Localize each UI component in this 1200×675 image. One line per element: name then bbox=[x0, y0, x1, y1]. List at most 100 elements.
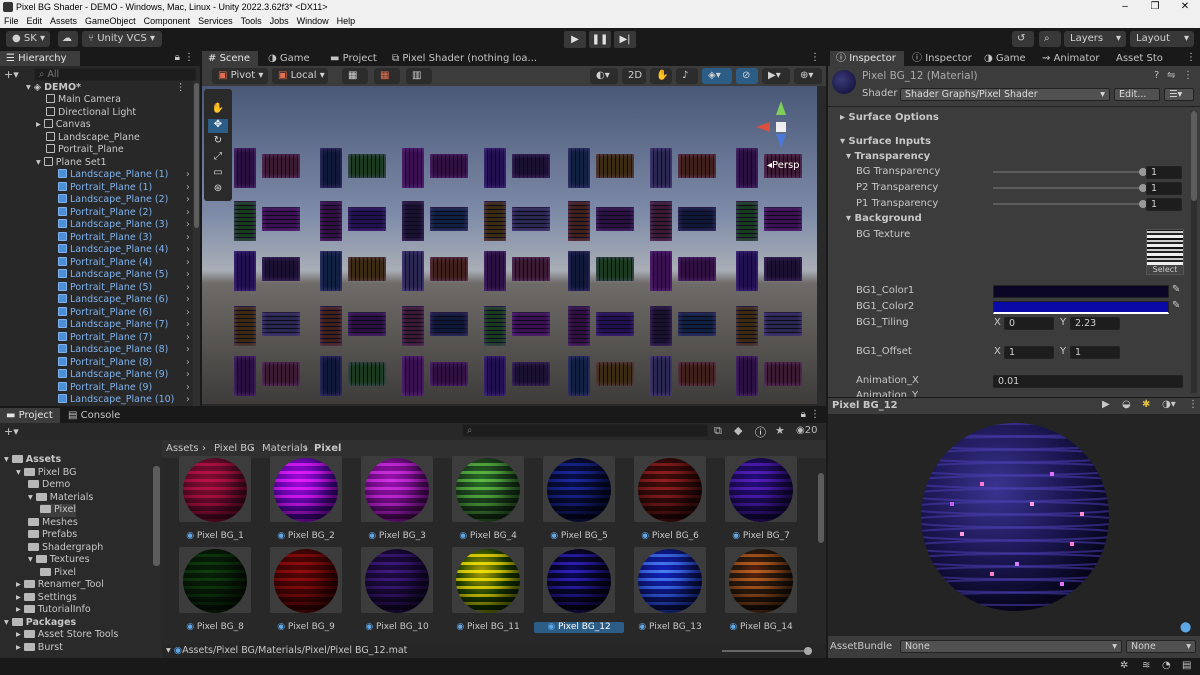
portrait-plane[interactable] bbox=[234, 251, 256, 291]
landscape-plane[interactable] bbox=[596, 312, 634, 336]
landscape-plane[interactable] bbox=[430, 207, 468, 231]
hierarchy-item[interactable]: Portrait_Plane (2) › bbox=[58, 206, 200, 220]
material-thumbnail[interactable] bbox=[543, 547, 615, 613]
help-icon[interactable]: ? bbox=[1154, 70, 1159, 81]
layout-dropdown[interactable]: Layout ▾ bbox=[1130, 31, 1194, 47]
landscape-plane[interactable] bbox=[512, 207, 550, 231]
tiling-x-input[interactable]: 0 bbox=[1004, 317, 1054, 330]
material-thumbnail[interactable] bbox=[361, 456, 433, 522]
material-thumbnail[interactable] bbox=[634, 456, 706, 522]
chevron-right-icon[interactable]: ▸ bbox=[16, 604, 24, 615]
tab-console[interactable]: ▤ Console bbox=[62, 408, 126, 423]
scene-viewport[interactable]: ✋ ✥ ↻ ⤢ ▭ ⊛ ◂Persp bbox=[202, 86, 825, 404]
camera-button[interactable]: ▶▾ bbox=[762, 68, 790, 84]
more-icon[interactable]: ⋮ bbox=[810, 409, 820, 420]
portrait-plane[interactable] bbox=[650, 148, 672, 188]
hierarchy-item[interactable]: Directional Light bbox=[46, 106, 200, 120]
search-button[interactable]: ⌕ bbox=[1039, 31, 1061, 47]
notification-icon[interactable]: ▤ bbox=[1182, 660, 1191, 671]
material-label[interactable]: ◉ Pixel BG_12 bbox=[534, 622, 624, 633]
assetbundle-dropdown[interactable]: None ▾ bbox=[900, 640, 1122, 653]
landscape-plane[interactable] bbox=[262, 257, 300, 281]
hierarchy-search-input[interactable]: ⌕ All bbox=[34, 68, 196, 81]
lock-icon[interactable]: 🔒︎ bbox=[175, 52, 180, 63]
surface-options-foldout[interactable]: ▸ Surface Options bbox=[840, 112, 939, 123]
tab-project[interactable]: ▬ Project bbox=[324, 51, 380, 66]
portrait-plane[interactable] bbox=[484, 251, 506, 291]
portrait-plane[interactable] bbox=[484, 356, 506, 396]
audio-toggle[interactable]: ♪ bbox=[676, 68, 698, 84]
landscape-plane[interactable] bbox=[764, 257, 802, 281]
hierarchy-item[interactable]: Landscape_Plane (8) › bbox=[58, 344, 200, 357]
persp-label[interactable]: ◂Persp bbox=[767, 160, 800, 171]
more-icon[interactable]: ⋮ bbox=[1183, 70, 1193, 81]
menu-item-edit[interactable]: Edit bbox=[27, 14, 43, 28]
local-dropdown[interactable]: ▣ Local ▾ bbox=[272, 68, 328, 84]
play-button[interactable]: ▶ bbox=[564, 31, 586, 48]
breadcrumb-item[interactable]: Pixel BG bbox=[214, 443, 255, 454]
inspector-scrollbar[interactable] bbox=[1191, 111, 1197, 393]
rotate-tool-icon[interactable]: ↻ bbox=[208, 135, 228, 149]
landscape-plane[interactable] bbox=[262, 362, 300, 386]
material-thumbnail[interactable] bbox=[725, 547, 797, 613]
transparency-slider[interactable] bbox=[993, 187, 1143, 189]
hand-tool-icon[interactable]: ✋ bbox=[208, 103, 228, 117]
portrait-plane[interactable] bbox=[402, 306, 424, 346]
tree-item[interactable]: Meshes bbox=[28, 517, 78, 530]
material-thumbnail[interactable] bbox=[361, 547, 433, 613]
chevron-right-icon[interactable]: ▸ bbox=[16, 629, 24, 640]
color2-field[interactable] bbox=[993, 301, 1169, 314]
landscape-plane[interactable] bbox=[348, 207, 386, 231]
portrait-plane[interactable] bbox=[736, 356, 758, 396]
hierarchy-item[interactable]: ▸ Canvas bbox=[36, 119, 200, 132]
lighting-toggle[interactable]: ✋ bbox=[650, 68, 672, 84]
portrait-plane[interactable] bbox=[736, 306, 758, 346]
hierarchy-item[interactable]: Landscape_Plane (7) › bbox=[58, 319, 200, 332]
portrait-plane[interactable] bbox=[650, 306, 672, 346]
tab-asset-sto[interactable]: Asset Sto bbox=[1110, 51, 1170, 66]
portrait-plane[interactable] bbox=[650, 356, 672, 396]
chevron-down-icon[interactable]: ▾ bbox=[28, 554, 36, 565]
layers-dropdown[interactable]: Layers ▾ bbox=[1064, 31, 1126, 47]
light-icon[interactable]: ✱ bbox=[1142, 399, 1150, 410]
landscape-plane[interactable] bbox=[348, 257, 386, 281]
slider-value-input[interactable]: 1 bbox=[1146, 198, 1182, 211]
add-button[interactable]: +▾ bbox=[4, 68, 26, 81]
landscape-plane[interactable] bbox=[596, 257, 634, 281]
play-icon[interactable]: ▶ bbox=[1102, 399, 1110, 410]
preset-icon[interactable]: ⇋ bbox=[1167, 70, 1175, 81]
tiling-y-input[interactable]: 2.23 bbox=[1070, 317, 1120, 330]
portrait-plane[interactable] bbox=[402, 356, 424, 396]
landscape-plane[interactable] bbox=[348, 154, 386, 178]
hierarchy-item[interactable]: Landscape_Plane (4) › bbox=[58, 244, 200, 257]
tab-game[interactable]: ◑ Game bbox=[262, 51, 312, 66]
increment-button[interactable]: ▥ bbox=[406, 68, 432, 84]
chevron-right-icon[interactable]: ▸ bbox=[36, 119, 44, 130]
chevron-right-icon[interactable]: ▸ bbox=[16, 642, 24, 653]
hierarchy-item[interactable]: Portrait_Plane (4) › bbox=[58, 256, 200, 270]
landscape-plane[interactable] bbox=[678, 362, 716, 386]
hierarchy-item[interactable]: Portrait_Plane (5) › bbox=[58, 281, 200, 295]
menu-item-jobs[interactable]: Jobs bbox=[270, 14, 289, 28]
breadcrumb-item[interactable]: Pixel bbox=[314, 443, 341, 454]
cloud-button[interactable]: ☁ bbox=[58, 31, 78, 47]
scene-row[interactable]: ▾ ◈ DEMO* ⋮ bbox=[26, 82, 200, 95]
portrait-plane[interactable] bbox=[568, 306, 590, 346]
landscape-plane[interactable] bbox=[512, 257, 550, 281]
portrait-plane[interactable] bbox=[234, 201, 256, 241]
more-icon[interactable]: ⋮ bbox=[1188, 399, 1198, 410]
chevron-down-icon[interactable]: ▾ bbox=[4, 454, 12, 465]
more-icon[interactable]: ⋮ bbox=[184, 52, 194, 63]
close-icon[interactable]: ✕ bbox=[1170, 0, 1200, 14]
material-label[interactable]: ◉ Pixel BG_8 bbox=[170, 622, 260, 633]
transform-tool-icon[interactable]: ⊛ bbox=[208, 183, 228, 197]
shader-dropdown[interactable]: Shader Graphs/Pixel Shader ▾ bbox=[900, 88, 1110, 101]
tree-item[interactable]: ▸ Burst bbox=[16, 642, 63, 655]
tab-inspector[interactable]: ⓘ Inspector bbox=[906, 51, 972, 66]
portrait-plane[interactable] bbox=[650, 251, 672, 291]
tree-item[interactable]: ▾ Packages bbox=[4, 617, 76, 630]
z-axis-icon[interactable] bbox=[776, 134, 786, 148]
offset-y-input[interactable]: 1 bbox=[1070, 346, 1120, 359]
background-icon[interactable]: ◑▾ bbox=[1162, 399, 1176, 410]
chevron-right-icon[interactable]: ▸ bbox=[16, 592, 24, 603]
